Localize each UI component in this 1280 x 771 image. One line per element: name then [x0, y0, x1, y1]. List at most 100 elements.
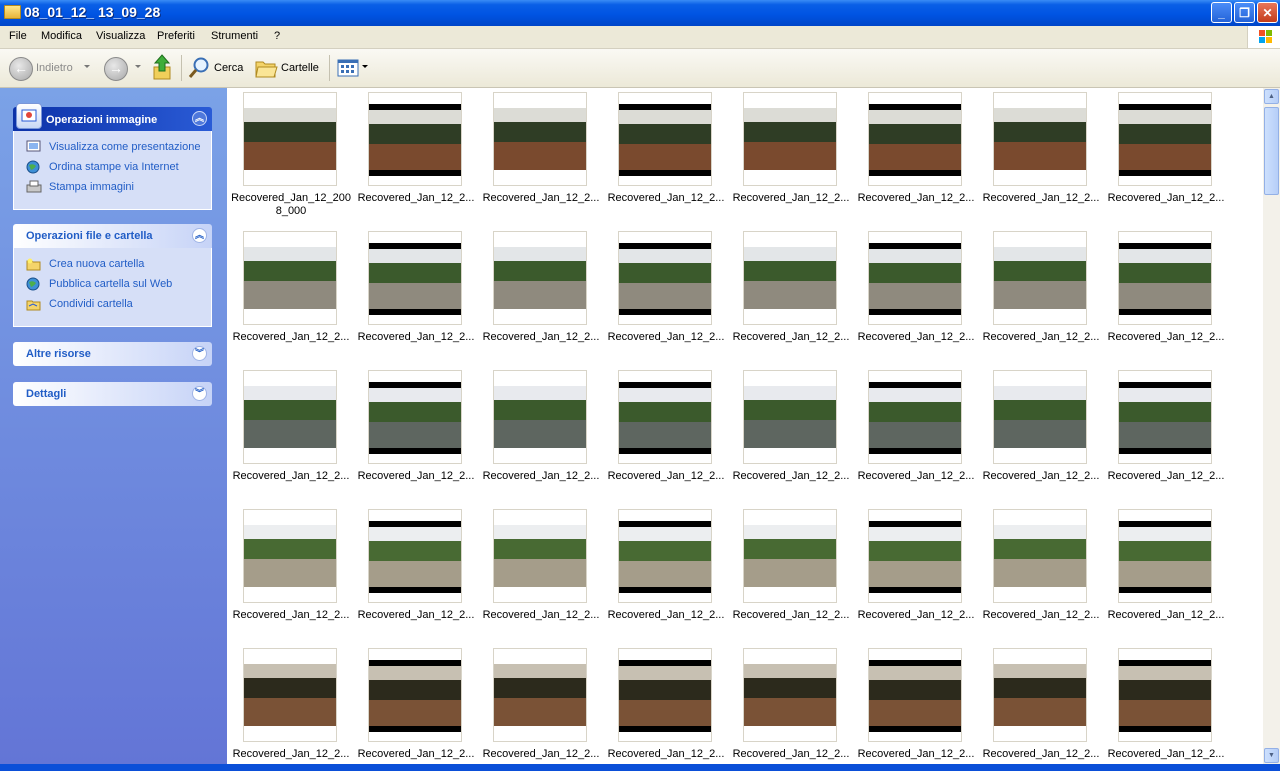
file-tile[interactable]: Recovered_Jan_12_2... — [230, 646, 350, 764]
file-tile[interactable]: Recovered_Jan_12_2008_000 — [230, 90, 351, 225]
file-tasks-header[interactable]: Operazioni file e cartella ︽ — [13, 224, 212, 248]
menu-help[interactable]: ? — [274, 30, 280, 42]
file-name: Recovered_Jan_12_2... — [482, 748, 600, 760]
back-arrow-icon[interactable]: ← — [9, 57, 33, 81]
file-tile[interactable]: Recovered_Jan_12_2... — [1105, 507, 1225, 642]
folders-button[interactable]: Cartelle — [253, 49, 323, 87]
file-tile[interactable]: Recovered_Jan_12_2... — [855, 229, 975, 364]
file-tile[interactable]: Recovered_Jan_12_2... — [605, 368, 725, 503]
file-tile[interactable]: Recovered_Jan_12_2... — [730, 90, 850, 225]
other-places-header[interactable]: Altre risorse ︾ — [13, 342, 212, 366]
file-tile[interactable]: Recovered_Jan_12_2... — [855, 368, 975, 503]
forward-dropdown-icon[interactable] — [135, 65, 141, 68]
file-tile[interactable]: Recovered_Jan_12_2... — [355, 646, 475, 764]
photo-preview — [1119, 521, 1211, 593]
file-tile[interactable]: Recovered_Jan_12_2... — [855, 90, 975, 225]
scroll-up-button[interactable]: ▲ — [1264, 89, 1279, 104]
file-tile[interactable]: Recovered_Jan_12_2... — [480, 507, 600, 642]
image-thumbnail — [1118, 648, 1212, 742]
vertical-scrollbar[interactable]: ▲ ▼ — [1263, 88, 1280, 764]
menu-file[interactable]: File — [9, 30, 27, 42]
file-tile[interactable]: Recovered_Jan_12_2... — [480, 368, 600, 503]
file-tile[interactable]: Recovered_Jan_12_2... — [605, 646, 725, 764]
file-tile[interactable]: Recovered_Jan_12_2... — [1105, 646, 1225, 764]
file-name: Recovered_Jan_12_2... — [857, 748, 975, 760]
file-name: Recovered_Jan_12_2... — [357, 470, 475, 482]
new-folder-icon — [26, 258, 41, 271]
image-thumbnail — [993, 370, 1087, 464]
file-name: Recovered_Jan_12_2... — [1107, 331, 1225, 343]
image-thumbnail — [868, 231, 962, 325]
expand-chevron-icon[interactable]: ︾ — [192, 386, 207, 401]
menu-tools[interactable]: Strumenti — [211, 30, 258, 42]
details-header[interactable]: Dettagli ︾ — [13, 382, 212, 406]
collapse-chevron-icon[interactable]: ︽ — [192, 111, 207, 126]
photo-preview — [369, 382, 461, 454]
back-button-label[interactable]: Indietro — [36, 62, 73, 74]
file-tile[interactable]: Recovered_Jan_12_2... — [355, 368, 475, 503]
file-tile[interactable]: Recovered_Jan_12_2... — [1105, 368, 1225, 503]
menu-favorites[interactable]: Preferiti — [157, 30, 195, 42]
file-tile[interactable]: Recovered_Jan_12_2... — [1105, 90, 1225, 225]
file-tile[interactable]: Recovered_Jan_12_2... — [980, 90, 1100, 225]
file-name: Recovered_Jan_12_2... — [857, 609, 975, 621]
thumbnail-view[interactable]: Recovered_Jan_12_2008_000 Recovered_Jan_1… — [228, 88, 1263, 764]
back-dropdown-icon[interactable] — [84, 65, 90, 68]
file-tile[interactable]: Recovered_Jan_12_2... — [730, 229, 850, 364]
file-tile[interactable]: Recovered_Jan_12_2... — [980, 646, 1100, 764]
file-tile[interactable]: Recovered_Jan_12_2... — [355, 229, 475, 364]
file-tile[interactable]: Recovered_Jan_12_2... — [230, 229, 350, 364]
minimize-button[interactable]: _ — [1211, 2, 1232, 23]
image-tasks-header[interactable]: Operazioni immagine ︽ — [13, 103, 212, 131]
image-thumbnail — [1118, 370, 1212, 464]
file-tile[interactable]: Recovered_Jan_12_2... — [605, 507, 725, 642]
file-tile[interactable]: Recovered_Jan_12_2... — [480, 646, 600, 764]
file-name: Recovered_Jan_12_2... — [482, 470, 600, 482]
photo-preview — [494, 247, 586, 309]
file-tile[interactable]: Recovered_Jan_12_2... — [355, 507, 475, 642]
photo-preview — [994, 247, 1086, 309]
file-name: Recovered_Jan_12_2... — [982, 192, 1100, 204]
expand-chevron-icon[interactable]: ︾ — [192, 346, 207, 361]
file-tile[interactable]: Recovered_Jan_12_2... — [855, 507, 975, 642]
file-name: Recovered_Jan_12_2... — [732, 331, 850, 343]
photo-preview — [369, 521, 461, 593]
file-tile[interactable]: Recovered_Jan_12_2... — [480, 90, 600, 225]
scroll-thumb[interactable] — [1264, 107, 1279, 195]
close-button[interactable]: ✕ — [1257, 2, 1278, 23]
forward-arrow-icon[interactable]: → — [104, 57, 128, 81]
file-tile[interactable]: Recovered_Jan_12_2... — [980, 507, 1100, 642]
photo-preview — [619, 521, 711, 593]
file-tile[interactable]: Recovered_Jan_12_2... — [855, 646, 975, 764]
file-tile[interactable]: Recovered_Jan_12_2... — [480, 229, 600, 364]
file-tile[interactable]: Recovered_Jan_12_2... — [730, 368, 850, 503]
image-thumbnail — [368, 370, 462, 464]
collapse-chevron-icon[interactable]: ︽ — [192, 228, 207, 243]
file-tile[interactable]: Recovered_Jan_12_2... — [230, 368, 350, 503]
image-thumbnail — [1118, 231, 1212, 325]
restore-button[interactable]: ❐ — [1234, 2, 1255, 23]
file-tile[interactable]: Recovered_Jan_12_2... — [605, 90, 725, 225]
up-folder-button[interactable] — [150, 49, 176, 87]
scroll-down-button[interactable]: ▼ — [1264, 748, 1279, 763]
image-thumbnail — [493, 92, 587, 186]
file-tile[interactable]: Recovered_Jan_12_2... — [980, 229, 1100, 364]
file-tile[interactable]: Recovered_Jan_12_2... — [605, 229, 725, 364]
file-tile[interactable]: Recovered_Jan_12_2... — [355, 90, 475, 225]
menu-view[interactable]: Visualizza — [96, 30, 145, 42]
title-bar[interactable]: 08_01_12_ 13_09_28 _ ❐ ✕ — [0, 0, 1280, 26]
image-thumbnail — [618, 509, 712, 603]
slideshow-icon — [26, 140, 41, 152]
file-tile[interactable]: Recovered_Jan_12_2... — [1105, 229, 1225, 364]
file-tile[interactable]: Recovered_Jan_12_2... — [980, 368, 1100, 503]
views-dropdown-icon — [362, 65, 368, 68]
menu-edit[interactable]: Modifica — [41, 30, 82, 42]
file-tile[interactable]: Recovered_Jan_12_2... — [230, 507, 350, 642]
file-name: Recovered_Jan_12_2... — [607, 192, 725, 204]
image-thumbnail — [868, 370, 962, 464]
file-tile[interactable]: Recovered_Jan_12_2... — [730, 507, 850, 642]
search-button[interactable]: Cerca — [186, 49, 248, 87]
file-name: Recovered_Jan_12_2... — [232, 470, 350, 482]
file-tile[interactable]: Recovered_Jan_12_2... — [730, 646, 850, 764]
views-button[interactable] — [335, 49, 369, 87]
